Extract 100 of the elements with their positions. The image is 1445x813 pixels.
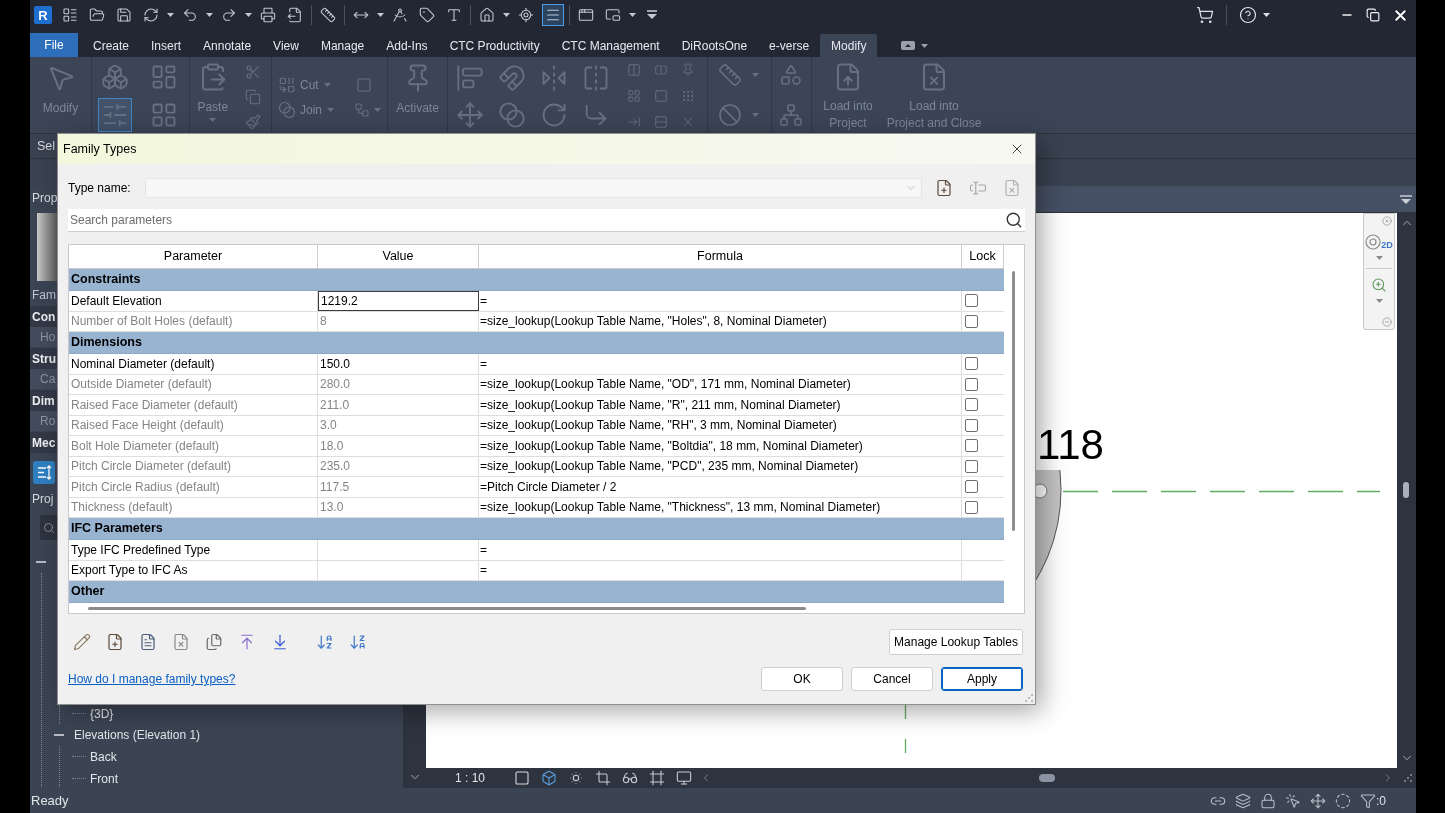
ring-icon[interactable] xyxy=(1365,234,1382,250)
shapes-icon[interactable] xyxy=(779,63,803,87)
monitor-icon[interactable] xyxy=(676,770,693,786)
squares-icon[interactable] xyxy=(278,76,296,94)
file-plus-icon[interactable] xyxy=(106,633,124,651)
scissors-icon[interactable] xyxy=(245,64,262,80)
column-header[interactable]: Parameter xyxy=(69,245,318,268)
menu-tab[interactable]: Modify xyxy=(820,34,878,57)
circles-icon[interactable] xyxy=(278,101,296,119)
caret-icon[interactable] xyxy=(921,43,929,48)
menu-tab[interactable]: View xyxy=(262,34,310,57)
sort-descending-icon[interactable] xyxy=(349,633,367,651)
pointer-click-icon[interactable] xyxy=(1285,792,1301,809)
circles-icon[interactable] xyxy=(498,101,526,129)
restore-icon[interactable] xyxy=(1366,8,1380,22)
lock-checkbox[interactable] xyxy=(965,357,978,371)
app-logo[interactable]: R xyxy=(34,6,52,24)
tab-list-icon[interactable] xyxy=(1400,194,1412,204)
table-cell[interactable]: = xyxy=(479,354,962,374)
glasses-icon[interactable] xyxy=(622,770,639,786)
file-text-icon[interactable] xyxy=(139,633,157,651)
grip-icon[interactable] xyxy=(680,89,695,103)
mirror-icon[interactable] xyxy=(540,64,568,92)
menu-tab[interactable]: Add-Ins xyxy=(375,34,439,57)
nodes-icon[interactable] xyxy=(354,102,370,118)
column-header[interactable]: Value xyxy=(318,245,479,268)
search-icon[interactable] xyxy=(1005,211,1023,229)
pencil-icon[interactable] xyxy=(73,633,91,651)
menu-tab[interactable]: CTC Management xyxy=(550,34,671,57)
arrow-down-icon[interactable] xyxy=(271,633,289,651)
menu-tab[interactable]: Manage xyxy=(309,34,376,57)
caret-icon[interactable] xyxy=(167,13,174,17)
file-plus-icon[interactable] xyxy=(935,179,953,197)
text-cursor-icon[interactable] xyxy=(969,179,987,197)
brush-icon[interactable] xyxy=(245,114,262,130)
resize-grip-icon[interactable] xyxy=(1404,774,1412,782)
scrollbar-thumb[interactable] xyxy=(1039,774,1056,782)
view-scale[interactable]: 1 : 10 xyxy=(455,769,486,787)
files-icon[interactable] xyxy=(205,633,223,651)
sun-icon[interactable] xyxy=(568,770,585,786)
search-field[interactable] xyxy=(40,515,57,540)
move-icon[interactable] xyxy=(456,101,484,129)
frame-icon[interactable] xyxy=(649,770,666,786)
rotate-icon[interactable] xyxy=(540,101,568,129)
menu-tab[interactable]: DiRootsOne xyxy=(670,34,759,57)
tree-item[interactable]: Elevations (Elevation 1) xyxy=(74,726,201,745)
caret-icon[interactable] xyxy=(245,13,252,17)
help-icon[interactable] xyxy=(1239,6,1257,24)
table-cell[interactable]: = xyxy=(479,560,962,580)
lock-icon[interactable] xyxy=(1260,792,1276,809)
caret-icon[interactable] xyxy=(1263,13,1270,17)
tree-item[interactable]: Front xyxy=(90,769,118,788)
move-icon[interactable] xyxy=(1310,792,1326,809)
mirror-icon[interactable] xyxy=(582,64,610,92)
scrollbar-thumb[interactable] xyxy=(1403,482,1409,498)
sort-ascending-icon[interactable] xyxy=(316,633,334,651)
lines-icon[interactable] xyxy=(542,4,564,26)
table-cell[interactable]: 150.0 xyxy=(318,354,479,374)
caret-icon[interactable] xyxy=(629,13,636,17)
zoom-icon[interactable] xyxy=(1371,277,1387,293)
column-header[interactable]: Formula xyxy=(479,245,962,268)
layers-icon[interactable] xyxy=(1235,792,1251,809)
search-field[interactable]: Search parameters xyxy=(68,209,1025,232)
scrollbar-thumb[interactable] xyxy=(88,607,806,610)
nodes-icon[interactable] xyxy=(779,103,803,127)
crop-icon[interactable] xyxy=(595,770,612,786)
resize-grip-icon[interactable] xyxy=(1025,694,1033,702)
table-cell[interactable]: = xyxy=(479,291,962,311)
help-link[interactable]: How do I manage family types? xyxy=(68,670,236,688)
sliders-icon[interactable] xyxy=(98,97,132,132)
dialog-button[interactable]: Apply xyxy=(941,667,1023,691)
cart-icon[interactable] xyxy=(1196,6,1214,24)
align-icon[interactable] xyxy=(456,64,484,92)
menu-tab[interactable]: CTC Productivity xyxy=(438,34,551,57)
magnet-icon[interactable] xyxy=(498,64,526,92)
panel-toggle-icon[interactable] xyxy=(901,41,916,50)
menu-tab[interactable]: Insert xyxy=(140,34,193,57)
arrow-up-icon[interactable] xyxy=(238,633,256,651)
dialog-button[interactable]: OK xyxy=(761,667,843,691)
menu-tab[interactable]: File xyxy=(30,33,78,57)
table-cell[interactable]: = xyxy=(479,540,962,560)
square-icon[interactable] xyxy=(514,770,531,786)
dialog-button[interactable]: Cancel xyxy=(851,667,933,691)
cube-icon[interactable] xyxy=(541,770,558,786)
menu-tab[interactable]: Annotate xyxy=(192,34,263,57)
manage-lookup-tables-button[interactable]: Manage Lookup Tables xyxy=(889,629,1023,655)
caret-icon[interactable] xyxy=(503,13,510,17)
lock-checkbox[interactable] xyxy=(965,294,978,308)
type-name-field[interactable] xyxy=(145,178,922,198)
properties-icon[interactable] xyxy=(33,461,55,484)
dashed-circle-icon[interactable] xyxy=(1335,792,1351,809)
scrollbar-thumb[interactable] xyxy=(1012,271,1015,531)
filter-icon[interactable] xyxy=(1360,792,1376,809)
menu-tab[interactable]: Create xyxy=(82,34,141,57)
circle-slash-icon[interactable] xyxy=(718,103,742,127)
panel-title[interactable]: Sel xyxy=(37,136,56,156)
column-header[interactable]: Lock xyxy=(962,245,1004,268)
caret-icon[interactable] xyxy=(377,13,384,17)
tree-item[interactable]: Back xyxy=(90,747,117,766)
tree-item[interactable]: {3D} xyxy=(90,704,114,723)
